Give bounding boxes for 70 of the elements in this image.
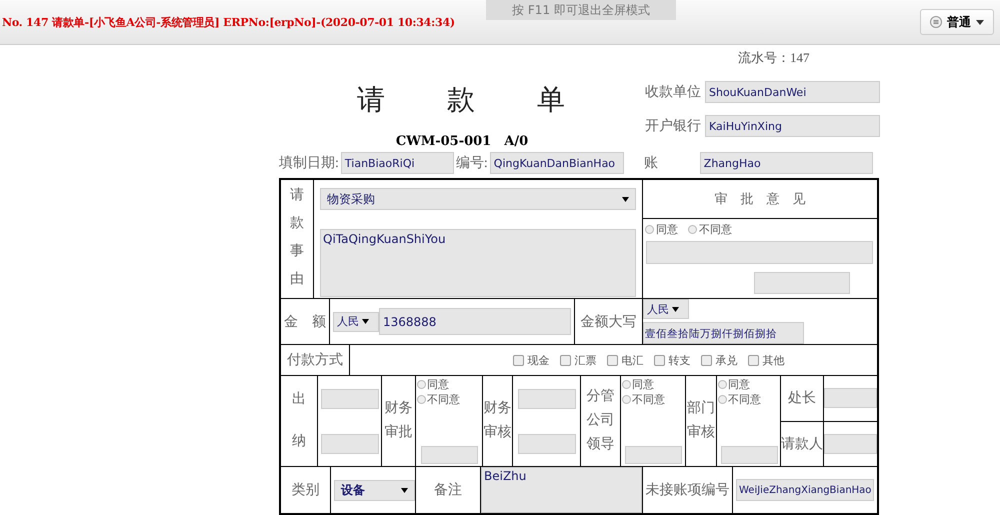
remark-textarea[interactable]: BeiZhu <box>481 467 642 513</box>
radio-option[interactable]: 同意 <box>417 377 449 392</box>
radio-option[interactable]: 不同意 <box>417 392 460 407</box>
form-code: CWM-05-001 A/0 <box>394 133 530 150</box>
approval-heading: 审 批 意 见 <box>643 180 877 219</box>
payment-checkbox[interactable]: 电汇 <box>606 352 644 368</box>
payment-checkbox[interactable]: 转支 <box>654 352 690 368</box>
review-field[interactable] <box>518 388 576 408</box>
category-select[interactable]: 物资采购 <box>320 188 636 210</box>
row-label: 类别 <box>292 482 320 499</box>
field-label: 开户银行 <box>645 117 702 135</box>
reason-textarea[interactable]: QiTaQingKuanShiYou <box>320 229 636 297</box>
signature-field[interactable] <box>421 446 478 464</box>
row-label: 财务审核 <box>484 400 512 442</box>
radio-option[interactable]: 同意 <box>645 222 678 236</box>
payment-checkbox[interactable]: 其他 <box>748 352 784 368</box>
currency-select[interactable]: 人民 <box>643 299 689 319</box>
payment-checkbox[interactable]: 现金 <box>512 352 550 368</box>
cashier-field[interactable] <box>320 434 378 454</box>
type-select[interactable]: 设备 <box>334 480 415 500</box>
amount-words-field[interactable]: 壹佰叁拾陆万捌仟捌佰捌拾 <box>643 322 804 344</box>
signature-field[interactable] <box>720 446 778 464</box>
radio-option[interactable]: 不同意 <box>718 392 761 407</box>
account-field[interactable]: ZhangHao <box>700 152 873 174</box>
amount-field[interactable]: 1368888 <box>379 308 571 335</box>
caret-icon <box>672 306 679 312</box>
number-field[interactable]: QingKuanDanBianHao <box>490 152 624 174</box>
form-title: 请 款 单 <box>356 82 568 118</box>
row-label: 财务审批 <box>384 400 412 442</box>
caret-icon <box>401 488 408 492</box>
row-label: 未接账项编号 <box>646 481 730 499</box>
serial-number: 147 <box>790 50 810 65</box>
payment-checkbox[interactable]: 承兑 <box>700 352 738 368</box>
row-label: 请款事由 <box>290 186 304 289</box>
cashier-field[interactable] <box>320 388 378 408</box>
radio-option[interactable]: 同意 <box>622 377 654 392</box>
view-mode-button[interactable]: 普通 <box>920 9 994 35</box>
director-field[interactable] <box>824 388 877 408</box>
radio-option[interactable]: 不同意 <box>622 392 665 407</box>
radio-option[interactable]: 不同意 <box>688 222 732 236</box>
radio-option[interactable]: 同意 <box>718 377 750 392</box>
caret-icon <box>362 319 369 324</box>
list-icon <box>930 16 942 28</box>
row-label: 出纳 <box>292 390 306 451</box>
fullscreen-notice: 按 F11 即可退出全屏模式 <box>486 0 676 20</box>
caret-icon <box>976 20 984 24</box>
payee-field[interactable]: ShouKuanDanWei <box>705 81 880 103</box>
row-label: 金额大写 <box>580 313 636 330</box>
row-label: 备注 <box>434 481 462 499</box>
row-label: 金 额 <box>284 313 326 330</box>
review-field[interactable] <box>518 434 576 454</box>
serial-label: 流水号： <box>738 50 790 65</box>
date-field[interactable]: TianBiaoRiQi <box>340 152 454 174</box>
signature-field[interactable] <box>625 446 682 464</box>
unposted-field[interactable]: WeiJieZhangXiangBianHao <box>736 479 874 501</box>
row-label: 部门审核 <box>687 399 715 442</box>
window-title: No. 147 请款单-[小飞鱼A公司-系统管理员] ERPNo:[erpNo]-(2020-07-01 10:34:34) <box>1 14 455 30</box>
field-label: 填制日期: <box>279 154 339 172</box>
row-label: 付款方式 <box>287 351 343 369</box>
payment-checkbox[interactable]: 汇票 <box>560 352 596 368</box>
field-label: 账 <box>642 154 659 172</box>
comment-textarea[interactable] <box>646 241 873 264</box>
currency-select[interactable]: 人民 <box>333 312 379 332</box>
field-label: 编号: <box>456 154 488 172</box>
field-label: 收款单位 <box>645 84 702 101</box>
signature-field[interactable] <box>754 272 850 294</box>
bank-field[interactable]: KaiHuYinXing <box>705 115 880 137</box>
caret-icon <box>622 196 629 202</box>
row-label: 分管公司领导 <box>586 388 614 454</box>
requester-field[interactable] <box>824 434 877 454</box>
